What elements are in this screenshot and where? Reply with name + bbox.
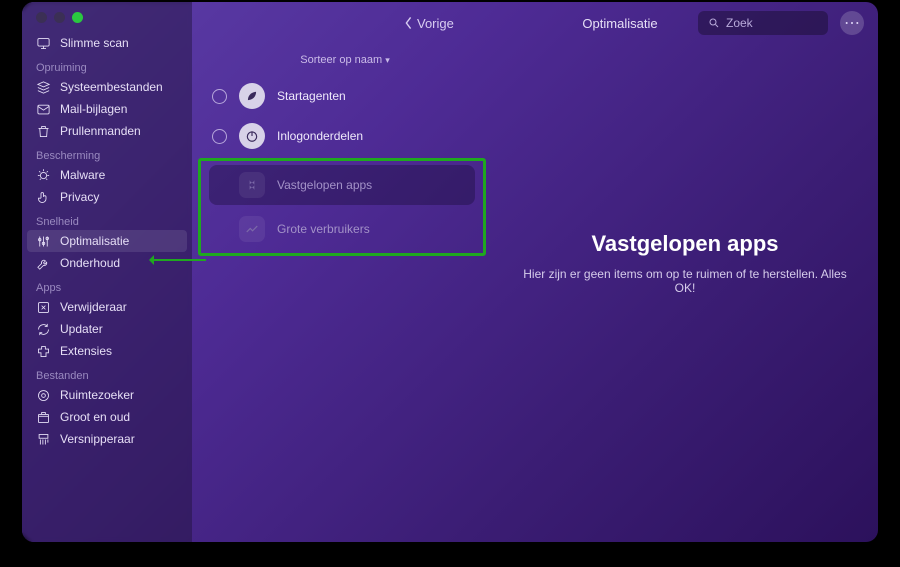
back-label: Vorige bbox=[417, 16, 454, 31]
page-title: Optimalisatie bbox=[582, 16, 657, 31]
sidebar-section-header: Bescherming bbox=[22, 142, 192, 164]
chart-icon bbox=[239, 216, 265, 242]
sort-label: Sorteer op naam bbox=[300, 54, 382, 66]
stack-icon bbox=[36, 80, 51, 95]
sidebar-item-ruimtezoeker[interactable]: Ruimtezoeker bbox=[22, 384, 192, 406]
search-input[interactable]: Zoek bbox=[698, 11, 828, 35]
list-item[interactable]: Grote verbruikers bbox=[201, 209, 483, 249]
sidebar-item-label: Groot en oud bbox=[60, 410, 130, 424]
lens-icon bbox=[36, 388, 51, 403]
sidebar-item-label: Mail-bijlagen bbox=[60, 102, 127, 116]
main-area: Vorige Optimalisatie Zoek ⋯ Sorteer op n… bbox=[192, 2, 878, 542]
update-icon bbox=[36, 322, 51, 337]
sidebar-item-malware[interactable]: Malware bbox=[22, 164, 192, 186]
sidebar-item-label: Malware bbox=[60, 168, 105, 182]
sidebar-section-header: Opruiming bbox=[22, 54, 192, 76]
close-window-button[interactable] bbox=[36, 12, 47, 23]
detail-pane: Vastgelopen apps Hier zijn er geen items… bbox=[492, 44, 878, 542]
sidebar-section-header: Apps bbox=[22, 274, 192, 296]
sidebar-item-updater[interactable]: Updater bbox=[22, 318, 192, 340]
rocket-icon bbox=[239, 83, 265, 109]
list-item-label: Inlogonderdelen bbox=[277, 129, 363, 143]
window-controls bbox=[36, 12, 83, 23]
sidebar-item-label: Optimalisatie bbox=[60, 234, 129, 248]
trash-icon bbox=[36, 124, 51, 139]
sidebar-item-prullenmanden[interactable]: Prullenmanden bbox=[22, 120, 192, 142]
wrench-icon bbox=[36, 256, 51, 271]
list-item[interactable]: Startagenten bbox=[198, 76, 492, 116]
extension-icon bbox=[36, 344, 51, 359]
monitor-icon bbox=[36, 36, 51, 51]
app-window: Slimme scan Opruiming Systeembestanden Mai… bbox=[22, 2, 878, 542]
sidebar-item-smart-scan[interactable]: Slimme scan bbox=[22, 32, 192, 54]
hourglass-icon bbox=[239, 172, 265, 198]
sidebar-item-onderhoud[interactable]: Onderhoud bbox=[22, 252, 192, 274]
sidebar-item-label: Systeembestanden bbox=[60, 80, 163, 94]
sidebar-item-label: Slimme scan bbox=[60, 36, 129, 50]
list-item-label: Vastgelopen apps bbox=[277, 178, 372, 192]
mail-icon bbox=[36, 102, 51, 117]
sidebar-item-optimalisatie[interactable]: Optimalisatie bbox=[27, 230, 187, 252]
sidebar-section-header: Bestanden bbox=[22, 362, 192, 384]
detail-subtitle: Hier zijn er geen items om op te ruimen … bbox=[516, 267, 854, 295]
sliders-icon bbox=[36, 234, 51, 249]
list-item[interactable]: Inlogonderdelen bbox=[198, 116, 492, 156]
zoom-window-button[interactable] bbox=[72, 12, 83, 23]
sort-dropdown[interactable]: Sorteer op naam bbox=[198, 54, 492, 66]
sidebar-item-privacy[interactable]: Privacy bbox=[22, 186, 192, 208]
hand-icon bbox=[36, 190, 51, 205]
sidebar-item-mail-bijlagen[interactable]: Mail-bijlagen bbox=[22, 98, 192, 120]
category-list: Sorteer op naam Startagenten Inlogonderd… bbox=[192, 44, 492, 542]
sidebar-item-extensies[interactable]: Extensies bbox=[22, 340, 192, 362]
sidebar-item-label: Ruimtezoeker bbox=[60, 388, 134, 402]
search-placeholder: Zoek bbox=[726, 16, 753, 30]
radio-unchecked-icon[interactable] bbox=[212, 89, 227, 104]
list-item-label: Startagenten bbox=[277, 89, 346, 103]
annotation-arrow bbox=[150, 259, 206, 261]
sidebar-item-systeembestanden[interactable]: Systeembestanden bbox=[22, 76, 192, 98]
detail-title: Vastgelopen apps bbox=[591, 231, 778, 257]
sidebar-item-label: Updater bbox=[60, 322, 103, 336]
dots-icon: ⋯ bbox=[844, 13, 860, 33]
account-avatar[interactable]: ⋯ bbox=[840, 11, 864, 35]
back-button[interactable]: Vorige bbox=[404, 16, 454, 31]
search-icon bbox=[708, 17, 720, 29]
sidebar-section-header: Snelheid bbox=[22, 208, 192, 230]
power-icon bbox=[239, 123, 265, 149]
list-item-active[interactable]: Vastgelopen apps bbox=[209, 165, 475, 205]
sidebar-item-label: Versnipperaar bbox=[60, 432, 135, 446]
sidebar-item-verwijderaar[interactable]: Verwijderaar bbox=[22, 296, 192, 318]
sidebar-item-label: Extensies bbox=[60, 344, 112, 358]
list-item-label: Grote verbruikers bbox=[277, 222, 370, 236]
sidebar-item-label: Verwijderaar bbox=[60, 300, 127, 314]
annotation-highlight: Vastgelopen apps Grote verbruikers bbox=[198, 158, 486, 256]
radio-unchecked-icon[interactable] bbox=[212, 129, 227, 144]
minimize-window-button[interactable] bbox=[54, 12, 65, 23]
sidebar-item-versnipperaar[interactable]: Versnipperaar bbox=[22, 428, 192, 450]
box-icon bbox=[36, 410, 51, 425]
sidebar-item-label: Prullenmanden bbox=[60, 124, 141, 138]
sidebar-item-label: Onderhoud bbox=[60, 256, 120, 270]
sidebar-item-label: Privacy bbox=[60, 190, 99, 204]
bug-icon bbox=[36, 168, 51, 183]
uninstall-icon bbox=[36, 300, 51, 315]
sidebar-item-groot-en-oud[interactable]: Groot en oud bbox=[22, 406, 192, 428]
sidebar: Slimme scan Opruiming Systeembestanden Mai… bbox=[22, 2, 192, 542]
shred-icon bbox=[36, 432, 51, 447]
topbar: Vorige Optimalisatie Zoek ⋯ bbox=[362, 2, 878, 44]
